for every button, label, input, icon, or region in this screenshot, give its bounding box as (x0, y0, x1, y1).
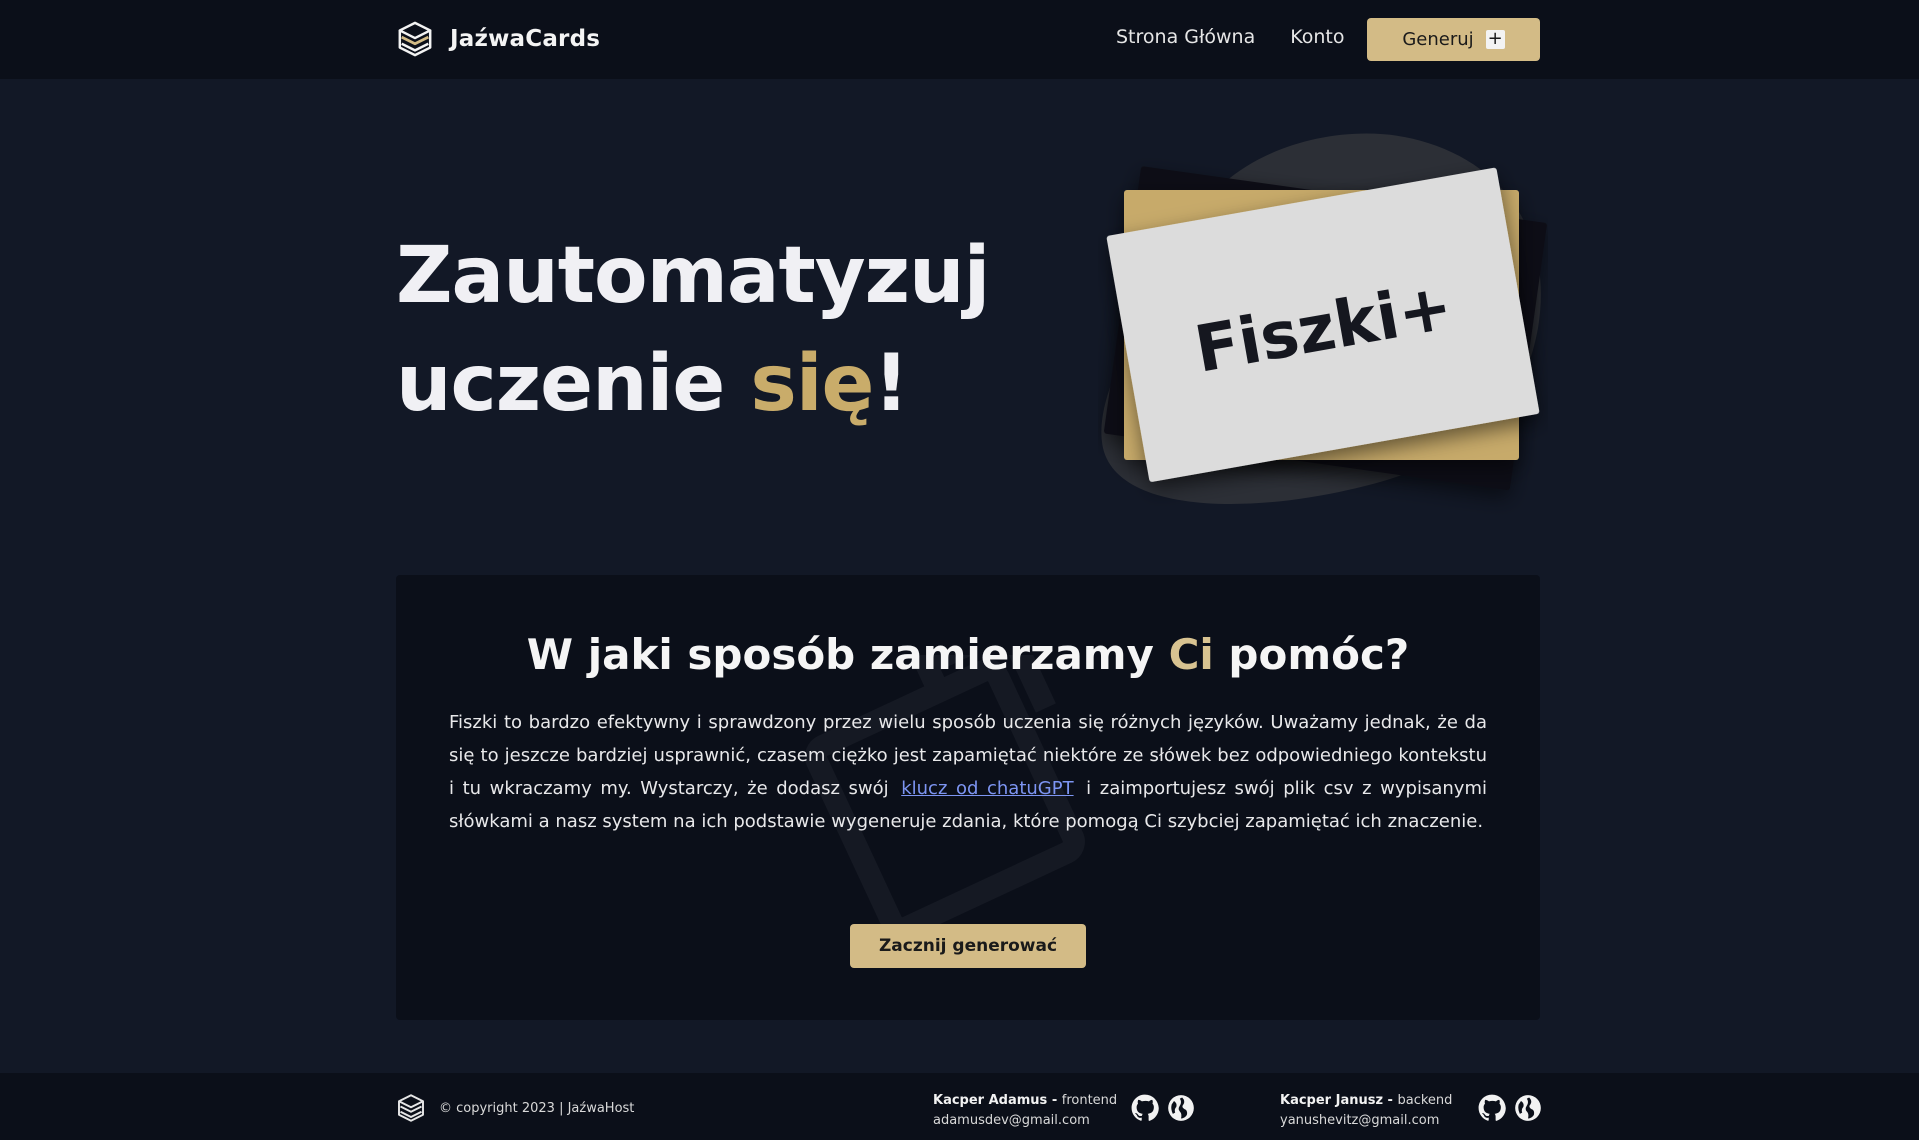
copyright-text: © copyright 2023 | JaźwaHost (439, 1101, 635, 1116)
footer: © copyright 2023 | JaźwaHost Kacper Adam… (0, 1073, 1919, 1140)
footer-logo-icon (398, 1094, 424, 1122)
info-title-suffix: pomóc? (1213, 630, 1410, 679)
brand-link[interactable]: JaźwaCards (396, 20, 600, 58)
author-email: adamusdev@gmail.com (933, 1113, 1090, 1128)
generate-button-label: Generuj (1402, 29, 1474, 50)
hero-title-line2-prefix: uczenie (396, 339, 751, 429)
nav-links: Strona Główna Konto (1116, 26, 1345, 48)
chatgpt-key-link[interactable]: klucz od chatuGPT (901, 778, 1073, 799)
plus-icon: + (1485, 28, 1505, 49)
author-backend: Kacper Janusz - backend yanushevitz@gmai… (1280, 1091, 1452, 1131)
globe-icon[interactable] (1514, 1094, 1542, 1122)
author-backend-links (1478, 1094, 1542, 1122)
info-title: W jaki sposób zamierzamy Ci pomóc? (396, 630, 1540, 679)
nav-link-account[interactable]: Konto (1290, 26, 1344, 48)
github-icon[interactable] (1478, 1094, 1506, 1122)
hero-title-accent: się (750, 339, 874, 429)
author-frontend-links (1131, 1094, 1195, 1122)
hero-title-suffix: ! (873, 339, 909, 429)
author-role: frontend (1061, 1093, 1118, 1108)
globe-icon[interactable] (1167, 1094, 1195, 1122)
info-paragraph: Fiszki to bardzo efektywny i sprawdzony … (449, 706, 1487, 838)
nav-link-home[interactable]: Strona Główna (1116, 26, 1255, 48)
navbar: JaźwaCards Strona Główna Konto Generuj + (0, 0, 1919, 79)
info-card: W jaki sposób zamierzamy Ci pomóc? Fiszk… (396, 575, 1540, 1020)
flashcards-illustration: Fiszki+ (1101, 133, 1547, 504)
hero-title-line1: Zautomatyzuj (396, 231, 990, 321)
author-role: backend (1397, 1093, 1453, 1108)
author-name: Kacper Adamus - (933, 1093, 1062, 1108)
author-email: yanushevitz@gmail.com (1280, 1113, 1440, 1128)
logo-icon (398, 21, 432, 57)
github-icon[interactable] (1131, 1094, 1159, 1122)
generate-button[interactable]: Generuj + (1367, 18, 1540, 61)
author-frontend: Kacper Adamus - frontend adamusdev@gmail… (933, 1091, 1117, 1131)
hero-title: Zautomatyzuj uczenie się! (396, 222, 990, 438)
brand-name: JaźwaCards (450, 26, 601, 52)
info-title-accent: Ci (1168, 630, 1214, 679)
info-title-prefix: W jaki sposób zamierzamy (526, 630, 1169, 679)
author-name: Kacper Janusz - (1280, 1093, 1398, 1108)
start-generating-button[interactable]: Zacznij generować (850, 924, 1086, 968)
